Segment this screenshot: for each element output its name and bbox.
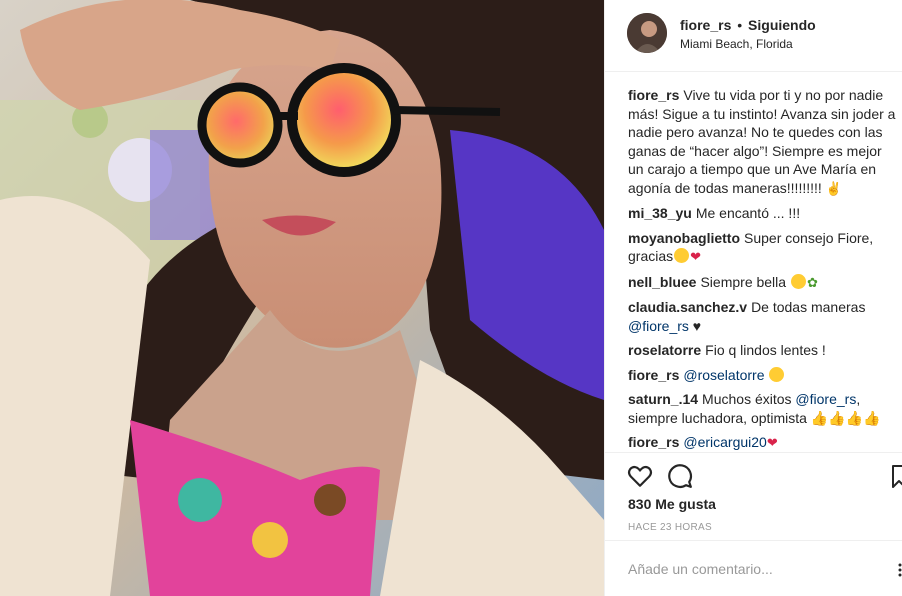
header-separator-dot: • (737, 17, 743, 33)
comment-username[interactable]: saturn_.14 (628, 391, 698, 407)
list-item: fiore_rs @ericargui20❤ (628, 433, 900, 452)
caption: fiore_rs Vive tu vida por ti y no por nad… (628, 86, 900, 198)
comments-list[interactable]: fiore_rs Vive tu vida por ti y no por nad… (628, 86, 900, 452)
comment-text: Fio q lindos lentes ! (705, 342, 826, 358)
comment-text: Me encantó ... !!! (695, 205, 801, 221)
heart-eyes-emoji-icon (790, 273, 806, 289)
location-link[interactable]: Miami Beach, Florida (680, 37, 793, 51)
comment-input[interactable] (628, 559, 883, 579)
caption-text: Vive tu vida por ti y no por nadie más! … (628, 87, 896, 196)
post-actions (605, 452, 902, 498)
likes-count[interactable]: 830 Me gusta (628, 496, 716, 512)
comment-text: Siempre bella (700, 273, 787, 290)
bookmark-icon[interactable] (891, 463, 902, 489)
mention-link[interactable]: @ericargui20 (683, 434, 766, 450)
comment-username[interactable]: roselatorre (628, 342, 701, 358)
thumbs-up-emoji-icon: 👍👍👍👍 (810, 409, 881, 426)
hand-emoji-icon: ✌ (825, 180, 842, 196)
comment-username[interactable]: fiore_rs (628, 434, 679, 450)
cactus-emoji-icon: ✿ (806, 274, 818, 290)
heart-emoji-icon: ❤ (690, 249, 702, 264)
heart-emoji-icon: ❤ (766, 435, 778, 450)
header-username[interactable]: fiore_rs (680, 17, 731, 33)
list-item: nell_bluee Siempre bella ✿ (628, 273, 900, 293)
heart-eyes-emoji-icon (769, 366, 785, 382)
kiss-emoji-icon (674, 248, 690, 263)
mention-link[interactable]: @fiore_rs (628, 318, 689, 334)
comment-username[interactable]: fiore_rs (628, 367, 679, 383)
post-timestamp[interactable]: HACE 23 HORAS (628, 522, 712, 533)
list-item: claudia.sanchez.v De todas maneras @fiore… (628, 298, 900, 335)
list-item: mi_38_yu Me encantó ... !!! (628, 204, 900, 223)
comment-username[interactable]: nell_bluee (628, 274, 696, 290)
post-header: fiore_rs • Siguiendo Miami Beach, Florid… (605, 0, 902, 72)
post-image (0, 0, 604, 596)
comment-icon[interactable] (667, 463, 693, 489)
list-item: moyanobaglietto Super consejo Fiore, grac… (628, 229, 900, 267)
avatar[interactable] (627, 13, 667, 53)
list-item: saturn_.14 Muchos éxitos @fiore_rs, siemp… (628, 390, 900, 427)
comment-username[interactable]: claudia.sanchez.v (628, 299, 747, 315)
post-side-panel: fiore_rs • Siguiendo Miami Beach, Florid… (604, 0, 902, 596)
mention-link[interactable]: @fiore_rs (795, 391, 856, 407)
follow-status-button[interactable]: Siguiendo (748, 17, 816, 33)
post-photo[interactable] (0, 0, 604, 596)
caption-username[interactable]: fiore_rs (628, 87, 679, 103)
header-title: fiore_rs • Siguiendo (680, 17, 816, 33)
comment-text: Muchos éxitos (702, 391, 792, 407)
mention-link[interactable]: @roselatorre (683, 367, 764, 383)
avatar-image (627, 13, 667, 53)
black-heart-emoji-icon: ♥ (692, 317, 702, 334)
list-item: roselatorre Fio q lindos lentes ! (628, 341, 900, 360)
comment-text: De todas maneras (751, 299, 866, 315)
comment-username[interactable]: moyanobaglietto (628, 230, 740, 246)
comment-username[interactable]: mi_38_yu (628, 205, 692, 221)
list-item: fiore_rs @roselatorre (628, 366, 900, 385)
heart-icon[interactable] (627, 463, 653, 489)
more-options-icon[interactable] (897, 563, 902, 577)
add-comment-bar (605, 540, 902, 596)
